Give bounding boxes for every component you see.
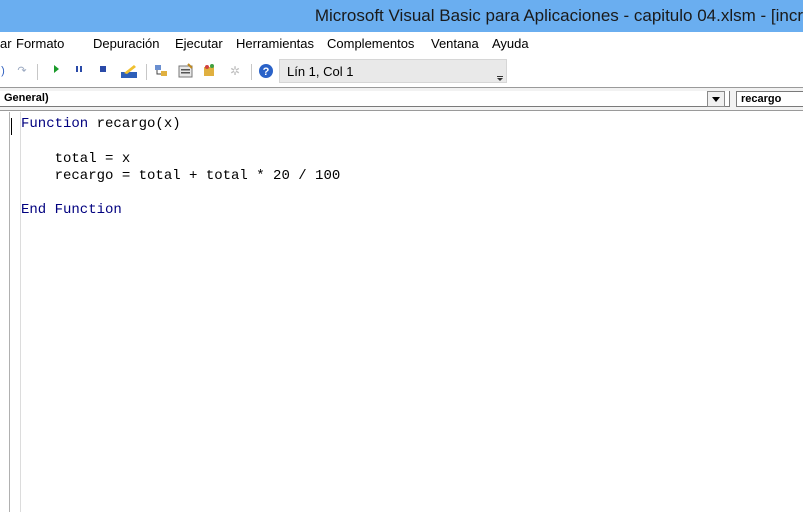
break-icon[interactable] — [73, 63, 85, 80]
reset-icon[interactable] — [97, 63, 109, 80]
window-title: Microsoft Visual Basic para Aplicaciones… — [314, 6, 803, 25]
project-explorer-icon[interactable] — [153, 63, 169, 84]
toolbar-options-icon[interactable] — [494, 60, 506, 82]
object-combo-dropdown-button[interactable] — [707, 91, 725, 107]
menu-item-ayuda[interactable]: Ayuda — [492, 36, 529, 51]
object-combo-value: General) — [4, 92, 49, 104]
menu-item-ver[interactable]: ar — [0, 36, 12, 51]
menu-item-ejecutar[interactable]: Ejecutar — [175, 36, 223, 51]
text-caret — [11, 118, 12, 135]
undo-icon[interactable]: ) — [0, 63, 6, 79]
redo-icon[interactable]: ↷ — [16, 63, 28, 79]
code-text[interactable]: Function recargo(x) total = x recargo = … — [21, 116, 340, 220]
object-browser-icon[interactable] — [202, 63, 218, 84]
svg-text:?: ? — [263, 66, 270, 78]
keyword-end-function: End Function — [21, 202, 122, 219]
code-function-signature: recargo(x) — [88, 116, 181, 132]
code-window-combo-bar: General) recargo — [0, 87, 803, 111]
properties-icon[interactable] — [178, 63, 194, 84]
code-line-recargo: recargo = total + total * 20 / 100 — [21, 167, 341, 184]
menu-item-ventana[interactable]: Ventana — [431, 36, 479, 51]
toolbox-icon[interactable]: ✲ — [228, 63, 242, 79]
code-editor[interactable]: Function recargo(x) total = x recargo = … — [9, 112, 803, 512]
keyword-function: Function — [21, 116, 89, 132]
toolbar-separator — [251, 64, 252, 80]
chevron-down-icon — [712, 97, 720, 102]
margin-indicator-bar[interactable] — [10, 112, 21, 512]
object-combo[interactable]: General) — [0, 91, 730, 107]
code-line-total: total = x — [21, 150, 131, 167]
menu-item-complementos[interactable]: Complementos — [327, 36, 414, 51]
procedure-combo[interactable]: recargo — [736, 91, 803, 107]
cursor-position-box: Lín 1, Col 1 — [279, 59, 507, 83]
help-icon[interactable]: ? — [258, 63, 274, 84]
toolbar-separator — [146, 64, 147, 80]
menu-item-depuracion[interactable]: Depuración — [93, 36, 160, 51]
procedure-combo-value: recargo — [741, 93, 782, 105]
menu-bar: ar Formato Depuración Ejecutar Herramien… — [0, 32, 803, 56]
toolbar-separator — [37, 64, 38, 80]
design-mode-icon[interactable] — [120, 63, 140, 84]
menu-item-herramientas[interactable]: Herramientas — [236, 36, 314, 51]
cursor-position-label: Lín 1, Col 1 — [287, 64, 354, 79]
menu-item-formato[interactable]: Formato — [16, 36, 64, 51]
run-icon[interactable] — [50, 63, 62, 80]
title-bar: Microsoft Visual Basic para Aplicaciones… — [0, 0, 803, 32]
